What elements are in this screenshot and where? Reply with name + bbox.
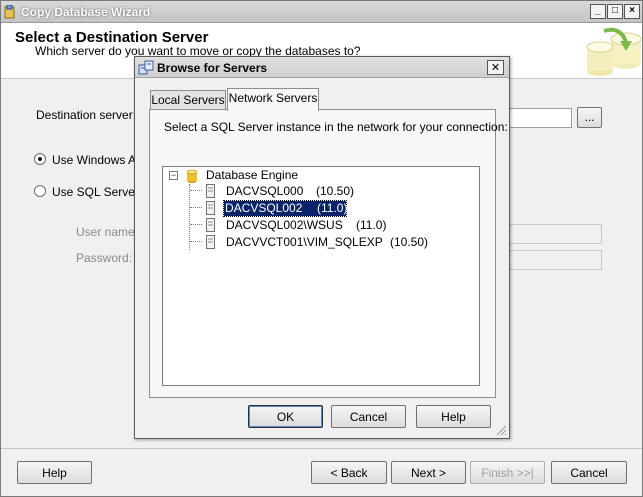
dialog-title-bar[interactable]: Browse for Servers ✕ [135, 57, 509, 78]
wizard-cancel-button[interactable]: Cancel [551, 461, 627, 484]
windows-auth-radio[interactable] [34, 153, 46, 165]
tree-item-server-version: (11.0) [317, 201, 348, 215]
tree-item-server-version[interactable]: (10.50) [315, 184, 355, 199]
password-input[interactable] [509, 250, 602, 270]
dialog-title: Browse for Servers [157, 61, 268, 75]
wizard-title: Copy Database Wizard [21, 5, 151, 19]
destination-server-input[interactable] [509, 108, 572, 128]
tree-collapse-toggle[interactable]: − [169, 171, 178, 180]
close-button[interactable]: × [624, 4, 640, 19]
next-button[interactable]: Next > [391, 461, 466, 484]
ok-button[interactable]: OK [248, 405, 323, 428]
wizard-title-bar[interactable]: Copy Database Wizard _ □ × [1, 1, 642, 23]
tree-item-selected[interactable]: DACVSQL002 (11.0) [223, 200, 348, 217]
wizard-app-icon [4, 5, 15, 19]
servers-icon [138, 60, 154, 75]
wizard-help-button[interactable]: Help [17, 461, 92, 484]
network-servers-panel: Select a SQL Server instance in the netw… [149, 109, 508, 398]
browse-for-servers-dialog: Browse for Servers ✕ Local Servers Netwo… [134, 56, 510, 439]
destination-server-label: Destination server: [36, 108, 137, 122]
tree-connector [190, 207, 202, 208]
sql-auth-radio[interactable] [34, 185, 46, 197]
tree-connector [190, 224, 202, 225]
back-button[interactable]: < Back [311, 461, 387, 484]
server-icon [206, 201, 215, 215]
tree-root-label[interactable]: Database Engine [205, 168, 299, 183]
tree-item-server-name[interactable]: DACVSQL000 [225, 184, 304, 199]
tab-network-servers[interactable]: Network Servers [227, 88, 319, 111]
finish-button[interactable]: Finish >>| [470, 461, 545, 484]
tree-item-server-version[interactable]: (11.0) [355, 218, 387, 233]
username-input[interactable] [509, 224, 602, 244]
password-label: Password: [76, 251, 133, 265]
server-icon [206, 235, 215, 249]
server-icon [206, 218, 215, 232]
dialog-help-button[interactable]: Help [416, 405, 491, 428]
sql-auth-label: Use SQL Server. [52, 185, 142, 199]
dialog-close-button[interactable]: ✕ [487, 60, 504, 75]
username-label: User name: [76, 225, 139, 239]
server-icon [206, 184, 215, 198]
tree-connector [190, 241, 202, 242]
maximize-button[interactable]: □ [607, 4, 623, 19]
server-tree[interactable]: − Database Engine DACVSQL000 (10.50) DAC… [162, 166, 480, 386]
tree-item-server-name[interactable]: DACVSQL002\WSUS [225, 218, 344, 233]
browse-servers-button[interactable]: ... [577, 107, 602, 128]
tree-item-server-name: DACVSQL002 [225, 201, 303, 215]
instruction-text: Select a SQL Server instance in the netw… [164, 120, 508, 134]
minimize-button[interactable]: _ [590, 4, 606, 19]
tab-local-servers[interactable]: Local Servers [150, 90, 226, 110]
resize-grip-icon[interactable] [495, 424, 507, 436]
tree-item-server-name[interactable]: DACVVCT001\VIM_SQLEXP [225, 235, 384, 250]
footer-divider [1, 448, 642, 449]
tree-connector [190, 190, 202, 191]
tree-item-server-version[interactable]: (10.50) [389, 235, 429, 250]
database-banner-icon [586, 27, 642, 76]
dialog-cancel-button[interactable]: Cancel [331, 405, 406, 428]
windows-auth-label: Use Windows Au [52, 153, 143, 167]
database-engine-icon [186, 169, 198, 183]
